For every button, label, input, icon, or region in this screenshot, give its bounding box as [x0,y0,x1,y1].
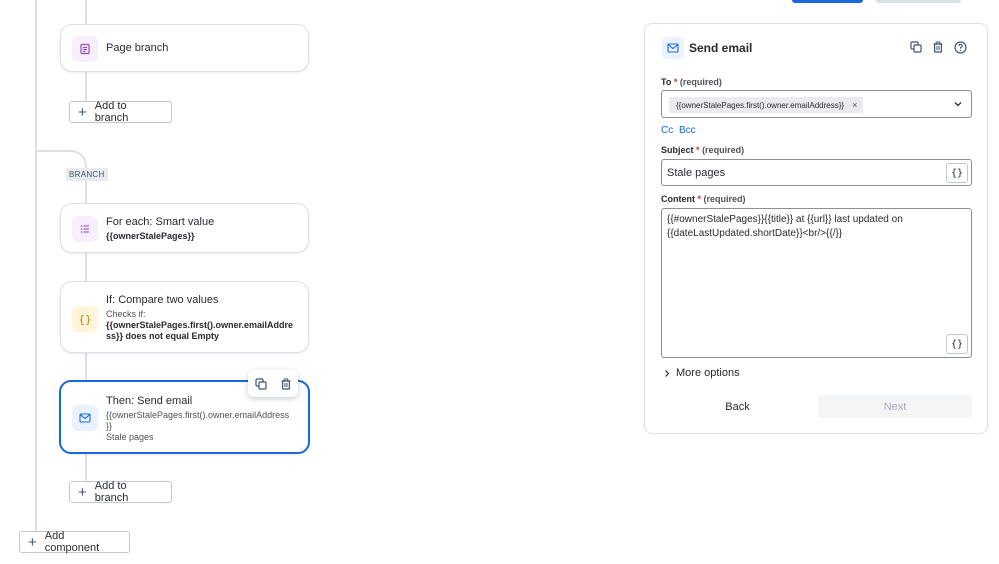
branch-connector-line [85,453,87,482]
subject-label: Subject * (required) [661,145,744,155]
next-button[interactable]: Next [818,395,972,418]
recipient-chip: {{ownerStalePages.first().owner.emailAdd… [669,97,864,113]
add-component-button[interactable]: + Add component [19,530,130,554]
send-email-panel: Send email To * (required) {{ownerStaleP… [644,23,988,434]
branch-connector-line [85,180,87,204]
add-to-branch-button[interactable]: + Add to branch [69,480,172,504]
more-options-toggle[interactable]: More options [663,367,740,379]
plus-icon: + [28,533,37,551]
panel-title: Send email [689,41,753,55]
add-to-branch-button[interactable]: + Add to branch [69,100,172,124]
card-detail: }} [106,421,113,431]
plus-icon: + [78,483,87,501]
subject-value: Stale pages [667,167,726,179]
required-marker: * [697,194,702,204]
recipient-chip-text: {{ownerStalePages.first().owner.emailAdd… [676,100,845,110]
back-label: Back [725,400,750,413]
to-label: To * (required) [661,77,722,87]
top-tab-secondary[interactable] [876,0,961,3]
content-label-text: Content [661,194,695,204]
content-label: Content * (required) [661,194,746,204]
card-title: For each: Smart value [106,216,215,228]
card-detail: ss}} does not equal Empty [106,331,219,342]
card-detail-prefix: Checks if: [106,309,146,319]
card-title: Page branch [106,42,169,54]
chevron-right-icon [663,369,671,378]
branch-connector-line [85,352,87,381]
braces-icon: {} [72,306,98,332]
back-button[interactable]: Back [661,395,814,418]
remove-chip-icon[interactable]: × [852,100,857,110]
content-line: {{dateLastUpdated.shortDate}}<br/>{{/}} [667,228,843,239]
trash-icon[interactable] [280,378,292,390]
required-hint: (required) [679,77,722,87]
list-icon [72,216,98,242]
plus-icon: + [78,103,87,121]
card-title: Then: Send email [106,395,193,407]
content-textarea[interactable]: {{#ownerStalePages}}{{title}} at {{url}}… [661,208,972,358]
if-compare-card[interactable]: {} If: Compare two values Checks if: {{o… [60,281,309,353]
required-marker: * [696,145,700,155]
next-label: Next [883,400,907,413]
page-branch-card[interactable]: Page branch [60,24,309,72]
add-component-label: Add component [44,530,100,554]
card-title: If: Compare two values [106,294,219,306]
smart-value-button[interactable]: {} [946,334,968,354]
copy-icon[interactable] [909,40,923,54]
card-detail: {{ownerStalePages.first().owner.emailAdd… [106,320,293,331]
subject-label-text: Subject [661,145,694,155]
top-tab-primary[interactable] [792,0,863,3]
card-floating-toolbar [248,370,298,397]
required-marker: * [673,77,678,87]
for-each-card[interactable]: For each: Smart value {{ownerStalePages}… [60,203,309,253]
subject-input[interactable]: Stale pages {} [661,159,972,186]
card-detail-line: ss}} does not equal Empty [106,331,220,341]
card-detail: Stale pages [106,432,154,442]
copy-icon[interactable] [254,377,267,390]
to-field[interactable]: {{ownerStalePages.first().owner.emailAdd… [661,90,972,118]
to-label-text: To [661,77,672,87]
help-icon[interactable] [953,40,967,54]
content-line: {{#ownerStalePages}}{{title}} at {{url}}… [667,214,903,225]
required-hint: (required) [702,145,745,155]
bcc-link[interactable]: Bcc [679,125,696,136]
card-detail-line: {{ownerStalePages.first().owner.emailAdd… [106,320,294,330]
smart-value-button[interactable]: {} [946,163,968,183]
branch-connector-line [85,0,87,25]
more-options-label: More options [676,367,740,379]
add-to-branch-label: Add to branch [94,480,129,504]
branch-tag: BRANCH [66,168,108,181]
add-to-branch-label: Add to branch [94,100,129,124]
card-detail-value: {{ownerStalePages}} [106,231,195,241]
email-icon [72,405,98,431]
card-detail: {{ownerStalePages.first().owner.emailAdd… [106,410,290,420]
chevron-down-icon[interactable] [953,99,963,109]
branch-connector-line [85,72,87,102]
main-connector-line [35,0,37,532]
trash-icon[interactable] [931,40,945,54]
card-detail: {{ownerStalePages}} [106,231,195,242]
cc-link[interactable]: Cc [661,125,673,136]
branch-connector-line [85,253,87,281]
required-hint: (required) [703,194,746,204]
page-icon [72,36,98,62]
email-icon [662,37,684,59]
